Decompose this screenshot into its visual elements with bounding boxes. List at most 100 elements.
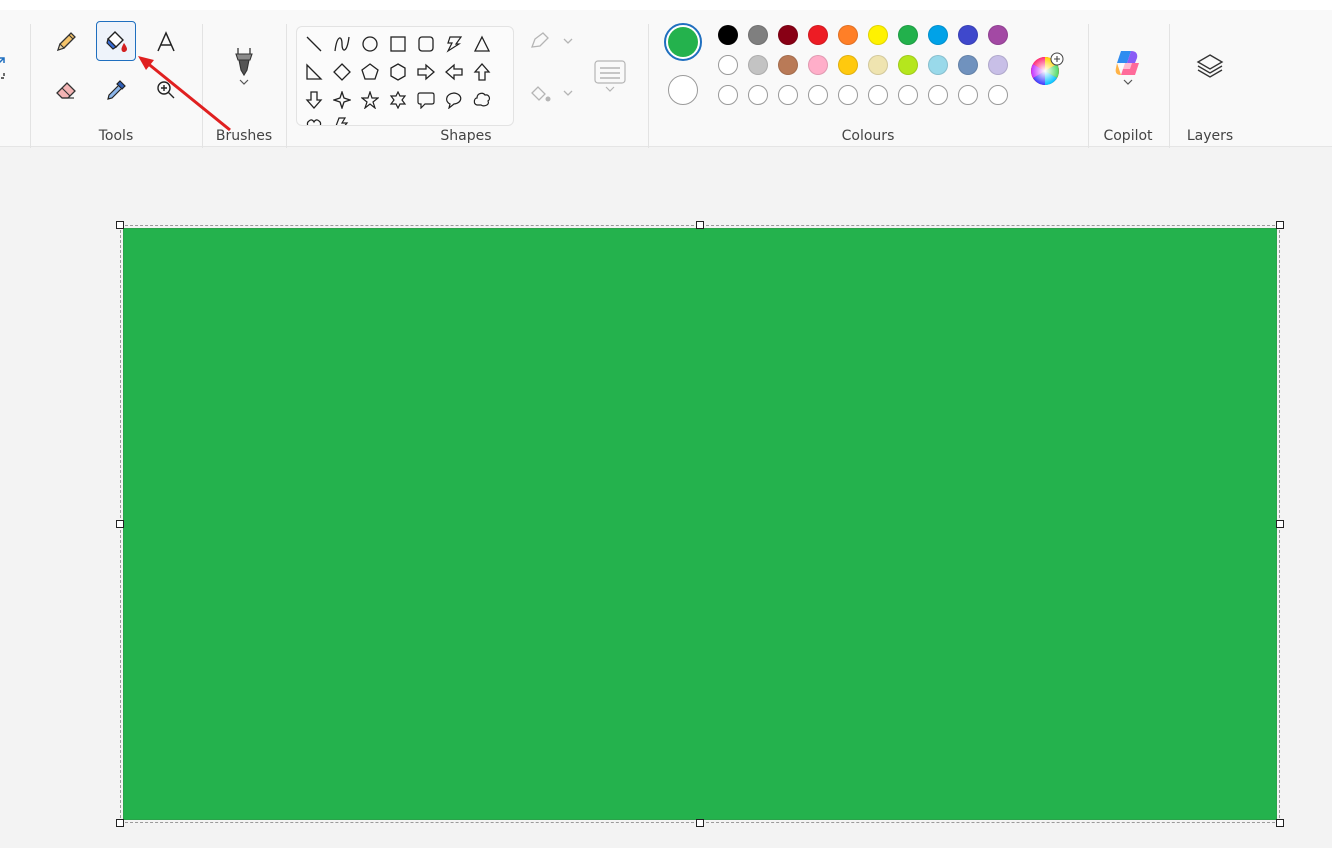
drawing-canvas[interactable] — [123, 228, 1277, 820]
layers-button[interactable] — [1190, 46, 1230, 86]
text-icon — [157, 31, 175, 52]
palette-swatch[interactable] — [718, 55, 738, 75]
resize-handle-top-right[interactable] — [1276, 221, 1284, 229]
tools-group-label: Tools — [98, 128, 134, 144]
palette-swatch[interactable] — [928, 55, 948, 75]
polygon-shape[interactable] — [443, 33, 465, 55]
palette-swatch[interactable] — [868, 55, 888, 75]
palette-swatch[interactable] — [988, 25, 1008, 45]
lightning-shape[interactable] — [331, 115, 353, 125]
text-tool[interactable] — [146, 22, 186, 62]
custom-colour-slot[interactable] — [778, 85, 798, 105]
rounded-callout-shape[interactable] — [415, 89, 437, 111]
curve-shape[interactable] — [331, 33, 353, 55]
palette-swatch[interactable] — [868, 25, 888, 45]
palette-swatch[interactable] — [778, 55, 798, 75]
copilot-icon — [1115, 51, 1139, 75]
separator — [30, 24, 31, 150]
fill-tool[interactable] — [96, 21, 136, 61]
custom-colour-slot[interactable] — [988, 85, 1008, 105]
separator — [202, 24, 203, 150]
chevron-down-icon — [1123, 79, 1133, 85]
separator — [286, 24, 287, 150]
four-point-star-shape[interactable] — [331, 89, 353, 111]
palette-swatch[interactable] — [838, 25, 858, 45]
resize-handle-bottom-right[interactable] — [1276, 819, 1284, 827]
palette-swatch[interactable] — [958, 55, 978, 75]
brush-icon — [235, 48, 253, 77]
copilot-group-label: Copilot — [1103, 128, 1153, 144]
rectangle-shape[interactable] — [387, 33, 409, 55]
shape-fill-dropdown[interactable] — [524, 78, 576, 108]
custom-colour-slot[interactable] — [718, 85, 738, 105]
shapes-gallery — [296, 26, 514, 126]
layers-group-label: Layers — [1186, 128, 1234, 144]
line-shape[interactable] — [303, 33, 325, 55]
right-triangle-shape[interactable] — [303, 61, 325, 83]
palette-swatch[interactable] — [838, 55, 858, 75]
oval-shape[interactable] — [359, 33, 381, 55]
palette-swatch[interactable] — [748, 25, 768, 45]
palette-swatch[interactable] — [928, 25, 948, 45]
primary-colour[interactable] — [668, 27, 698, 57]
triangle-shape[interactable] — [471, 33, 493, 55]
resize-handle-top-left[interactable] — [116, 221, 124, 229]
up-arrow-shape[interactable] — [471, 61, 493, 83]
title-bar-strip — [0, 0, 1332, 10]
pentagon-shape[interactable] — [359, 61, 381, 83]
custom-colour-slot[interactable] — [808, 85, 828, 105]
palette-swatch[interactable] — [808, 55, 828, 75]
palette-swatch[interactable] — [958, 25, 978, 45]
resize-handle-right[interactable] — [1276, 520, 1284, 528]
diamond-shape[interactable] — [331, 61, 353, 83]
palette-swatch[interactable] — [718, 25, 738, 45]
custom-colour-slot[interactable] — [838, 85, 858, 105]
copilot-button[interactable] — [1108, 42, 1148, 92]
size-button[interactable] — [590, 46, 630, 106]
six-point-star-shape[interactable] — [387, 89, 409, 111]
select-icon[interactable] — [0, 48, 18, 88]
ribbon-toolbar: Tools Brushes Shapes Colours Copilot Lay… — [0, 10, 1332, 150]
custom-colour-slot[interactable] — [748, 85, 768, 105]
palette-swatch[interactable] — [778, 25, 798, 45]
color-picker-tool[interactable] — [96, 70, 136, 110]
secondary-colour[interactable] — [668, 75, 698, 105]
palette-swatch[interactable] — [988, 55, 1008, 75]
palette-swatch[interactable] — [748, 55, 768, 75]
palette-swatch[interactable] — [808, 25, 828, 45]
custom-colour-slot[interactable] — [958, 85, 978, 105]
brushes-button[interactable] — [224, 38, 264, 94]
rounded-rectangle-shape[interactable] — [415, 33, 437, 55]
pencil-icon — [56, 32, 76, 52]
eraser-tool[interactable] — [46, 70, 86, 110]
down-arrow-shape[interactable] — [303, 89, 325, 111]
custom-colour-slot[interactable] — [898, 85, 918, 105]
custom-colour-slot[interactable] — [868, 85, 888, 105]
separator — [1088, 24, 1089, 150]
left-arrow-shape[interactable] — [443, 61, 465, 83]
palette-swatch[interactable] — [898, 55, 918, 75]
chevron-down-icon — [239, 79, 249, 85]
edit-colours-button[interactable] — [1026, 50, 1066, 90]
resize-handle-bottom-left[interactable] — [116, 819, 124, 827]
hexagon-shape[interactable] — [387, 61, 409, 83]
magnifier-tool[interactable] — [146, 70, 186, 110]
five-point-star-shape[interactable] — [359, 89, 381, 111]
resize-handle-left[interactable] — [116, 520, 124, 528]
shape-outline-dropdown[interactable] — [524, 26, 576, 56]
pencil-tool[interactable] — [46, 22, 86, 62]
resize-handle-bottom[interactable] — [696, 819, 704, 827]
right-arrow-shape[interactable] — [415, 61, 437, 83]
colours-group-label: Colours — [841, 128, 895, 144]
oval-callout-shape[interactable] — [443, 89, 465, 111]
magnifier-icon — [157, 81, 175, 99]
brushes-group-label: Brushes — [215, 128, 273, 144]
heart-shape[interactable] — [303, 115, 325, 125]
shapes-group-label: Shapes — [440, 128, 492, 144]
fill-bucket-icon — [106, 31, 127, 52]
palette-swatch[interactable] — [898, 25, 918, 45]
custom-colour-slot[interactable] — [928, 85, 948, 105]
cloud-callout-shape[interactable] — [471, 89, 493, 111]
resize-handle-top[interactable] — [696, 221, 704, 229]
eraser-icon — [56, 82, 76, 99]
